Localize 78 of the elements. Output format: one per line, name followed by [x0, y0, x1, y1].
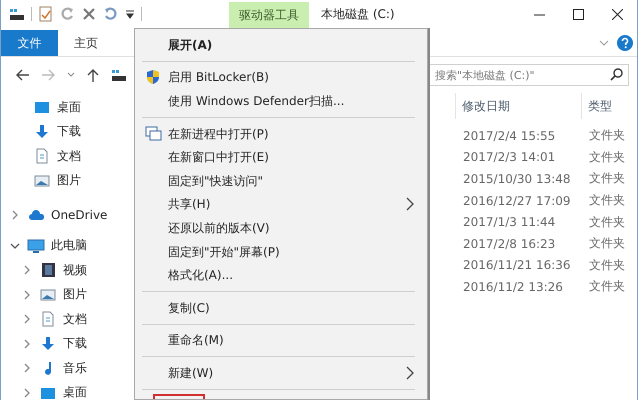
nav-item[interactable]: 桌面	[57, 98, 81, 116]
shield-icon	[145, 69, 161, 86]
nav-item[interactable]: 文档	[57, 148, 81, 165]
file-tab[interactable]: 文件	[1, 30, 58, 56]
context-tab[interactable]: 驱动器工具	[229, 2, 309, 28]
menu-item[interactable]: 在新进程中打开(P)	[168, 128, 427, 140]
table-cell-text: 2016/11/21 16:36	[462, 258, 572, 272]
delete-icon[interactable]	[81, 6, 97, 22]
column-header[interactable]: 类型	[581, 93, 612, 119]
nav-item[interactable]: 音乐	[63, 360, 87, 377]
menu-item[interactable]: 新建(W)	[168, 366, 406, 379]
film-icon	[40, 262, 56, 278]
up-arrow-icon[interactable]	[86, 68, 100, 82]
menu-item[interactable]: 重命名(M)	[168, 334, 427, 346]
table-cell: 文件夹	[589, 278, 625, 296]
table-cell-text: 2017/2/3 14:01	[462, 150, 556, 164]
table-cell: 文件夹	[589, 214, 625, 231]
redo-icon[interactable]	[59, 6, 75, 22]
menu-item[interactable]: 启用 BitLocker(B)	[168, 71, 427, 84]
nav-item[interactable]: 下载	[63, 335, 87, 352]
window-title: 本地磁盘 (C:)	[321, 6, 395, 22]
drive-icon[interactable]	[9, 7, 25, 21]
menu-item[interactable]: 使用 Windows Defender扫描...	[168, 94, 427, 107]
table-cell: 文件夹	[589, 256, 625, 274]
picture-icon	[40, 286, 56, 303]
chevron-right-icon[interactable]	[406, 366, 415, 380]
maximize-icon[interactable]	[573, 8, 584, 20]
menu-item[interactable]: 共享(H)	[168, 198, 406, 210]
column-header[interactable]: 修改日期	[455, 93, 581, 119]
help-icon[interactable]	[617, 35, 633, 51]
undo-icon[interactable]	[103, 6, 119, 22]
nav-item[interactable]: OneDrive	[51, 208, 108, 222]
close-icon[interactable]	[612, 8, 623, 20]
menu-item[interactable]: 在新窗口中打开(E)	[168, 151, 427, 164]
caret-icon[interactable]	[125, 9, 135, 19]
nav-item[interactable]: 桌面	[63, 384, 87, 400]
nav-item[interactable]: 文档	[63, 310, 87, 328]
nav-item[interactable]: 下载	[57, 123, 81, 140]
chevron-down-icon[interactable]	[67, 71, 75, 79]
menu-item[interactable]: 展开(A)	[168, 38, 427, 51]
nav-item[interactable]: 此电脑	[51, 237, 87, 254]
download-arrow-icon	[40, 336, 56, 352]
music-note-icon	[44, 360, 52, 376]
ribbon-tab[interactable]: 主页	[58, 30, 114, 56]
search-icon[interactable]	[610, 68, 623, 81]
table-cell-text: 2016/11/2 13:26	[462, 280, 564, 294]
nav-item[interactable]: 图片	[63, 286, 87, 304]
menu-item[interactable]: 格式化(A)...	[168, 269, 427, 282]
search-field[interactable]: 搜索"本地磁盘 (C:)"	[429, 64, 629, 86]
table-cell: 文件夹	[589, 170, 625, 188]
menu-item[interactable]: 复制(C)	[168, 302, 427, 314]
table-cell-text: 2017/2/4 15:55	[462, 128, 556, 143]
document-icon	[40, 311, 56, 328]
menu-item[interactable]: 还原以前的版本(V)	[168, 222, 427, 234]
table-cell-text: 2015/10/30 13:48	[462, 172, 572, 186]
table-cell: 文件夹	[589, 148, 625, 166]
back-arrow-icon[interactable]	[15, 68, 30, 82]
windows-icon	[145, 126, 162, 142]
checklist-icon[interactable]	[38, 6, 53, 22]
drive-icon	[111, 68, 127, 82]
chevron-right-icon[interactable]	[406, 197, 415, 212]
table-cell: 文件夹	[589, 235, 625, 252]
download-arrow-icon	[34, 124, 50, 140]
menu-item[interactable]: 固定到"开始"屏幕(P)	[168, 246, 427, 258]
nav-item[interactable]: 图片	[57, 172, 81, 190]
table-cell-text: 2017/1/3 11:44	[462, 215, 556, 230]
table-cell-text: 2017/2/8 16:23	[462, 236, 556, 251]
nav-item[interactable]: 视频	[63, 262, 87, 279]
table-cell-text: 2016/12/27 17:09	[462, 194, 572, 208]
desktop-icon	[34, 100, 50, 114]
table-cell: 文件夹	[589, 192, 625, 210]
desktop-icon	[40, 386, 56, 400]
document-icon	[34, 148, 50, 164]
picture-icon	[34, 172, 50, 189]
menu-item[interactable]: 固定到"快速访问"	[168, 174, 427, 187]
monitor-icon	[27, 238, 45, 254]
table-cell: 文件夹	[589, 127, 625, 144]
cloud-icon	[28, 208, 44, 222]
